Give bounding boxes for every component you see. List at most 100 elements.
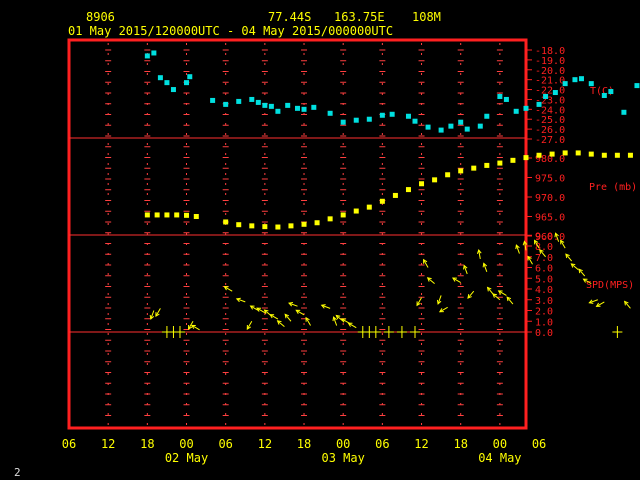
temperature-point	[412, 118, 418, 124]
temperature-point	[311, 104, 317, 110]
x-tick-label: 00	[493, 437, 507, 451]
wind-tick-label: 3.0	[535, 296, 553, 307]
pressure-point	[154, 212, 160, 218]
pressure-point	[419, 181, 425, 187]
temperature-point	[164, 80, 170, 86]
x-tick-label: 18	[453, 437, 467, 451]
temperature-point	[249, 96, 255, 102]
x-tick-label: 00	[179, 437, 193, 451]
temperature-point	[327, 110, 333, 116]
x-date-label: 02 May	[165, 451, 208, 465]
wind-tick-label: 1.0	[535, 317, 553, 328]
x-tick-label: 06	[532, 437, 546, 451]
temperature-point	[285, 102, 291, 108]
temperature-point	[497, 93, 503, 99]
temperature-point	[366, 116, 372, 122]
wind-tick-label: 9.0	[535, 231, 553, 242]
temperature-point	[513, 108, 519, 114]
temp-tick-label: -27.0	[535, 135, 565, 146]
temperature-series	[144, 50, 640, 133]
temperature-point	[552, 90, 558, 96]
temperature-point	[144, 53, 150, 59]
pressure-point	[366, 204, 372, 210]
x-tick-label: 06	[375, 437, 389, 451]
temperature-point	[543, 93, 549, 99]
pressure-point	[353, 208, 359, 214]
grid-markers	[105, 43, 503, 425]
temperature-point	[405, 113, 411, 119]
pressure-point	[236, 222, 242, 228]
temperature-point	[151, 50, 157, 56]
pressure-tick-label: 965.0	[535, 213, 565, 224]
temperature-point	[562, 81, 568, 87]
temperature-point	[340, 119, 346, 125]
longitude: 163.75E	[334, 10, 385, 24]
pressure-point	[379, 198, 385, 204]
x-date-label: 04 May	[478, 451, 521, 465]
pressure-point	[327, 216, 333, 222]
temperature-point	[379, 112, 385, 118]
temperature-point	[353, 117, 359, 123]
pressure-point	[193, 214, 199, 219]
pressure-point	[174, 212, 180, 218]
x-tick-label: 18	[297, 437, 311, 451]
pressure-point	[144, 212, 150, 218]
page-number: 2	[14, 466, 21, 479]
temperature-point	[170, 87, 176, 93]
pressure-point	[275, 224, 281, 230]
temperature-point	[572, 77, 578, 83]
pressure-point	[262, 224, 268, 230]
temperature-point	[275, 108, 281, 114]
latitude: 77.44S	[268, 10, 311, 24]
temperature-point	[262, 102, 268, 108]
temperature-point	[464, 126, 470, 132]
temperature-point	[294, 105, 300, 111]
temperature-point	[578, 76, 584, 82]
temperature-point	[601, 92, 607, 98]
temperature-point	[255, 99, 261, 105]
pressure-point	[471, 165, 477, 171]
x-tick-label: 00	[336, 437, 350, 451]
wind-tick-label: 0.0	[535, 328, 553, 339]
pressure-point	[575, 150, 581, 156]
wind-axis-label: SPD(MPS)	[586, 280, 634, 291]
temperature-point	[448, 123, 454, 129]
temperature-point	[438, 127, 444, 133]
temperature-point	[157, 75, 163, 81]
pressure-point	[432, 177, 438, 183]
x-tick-label: 12	[414, 437, 428, 451]
pressure-axis-label: Pre (mb)	[589, 182, 637, 193]
pressure-point	[445, 172, 451, 178]
pressure-point	[510, 157, 516, 163]
temperature-point	[503, 96, 509, 102]
temperature-point	[608, 89, 614, 95]
temperature-point	[634, 83, 640, 89]
temperature-point	[184, 80, 190, 86]
pressure-tick-label: 975.0	[535, 174, 565, 185]
temperature-point	[536, 101, 542, 107]
x-tick-label: 06	[62, 437, 76, 451]
pressure-point	[405, 187, 411, 193]
pressure-point	[392, 192, 398, 198]
pressure-point	[562, 150, 568, 156]
pressure-point	[314, 220, 320, 226]
temperature-point	[484, 113, 490, 119]
pressure-point	[340, 212, 346, 218]
temperature-point	[621, 109, 627, 115]
wind-tick-label: 2.0	[535, 307, 553, 318]
pressure-point	[627, 152, 633, 158]
wind-tick-label: 5.0	[535, 274, 553, 285]
wind-tick-label: 8.0	[535, 242, 553, 253]
temperature-point	[236, 98, 242, 104]
time-period: 01 May 2015/120000UTC - 04 May 2015/0000…	[68, 24, 393, 38]
x-axis: 06 12 18 00 06 12 18 00 06 12 18 00 06 02 May 03 May 04…	[62, 437, 546, 465]
wind-tick-label: 4.0	[535, 285, 553, 296]
temperature-point	[523, 105, 529, 111]
wind-series	[149, 232, 631, 338]
pressure-point	[601, 152, 607, 158]
x-tick-label: 06	[218, 437, 232, 451]
temperature-point	[425, 124, 431, 130]
temperature-point	[223, 101, 229, 107]
pressure-point	[523, 155, 529, 161]
pressure-series	[144, 150, 633, 230]
